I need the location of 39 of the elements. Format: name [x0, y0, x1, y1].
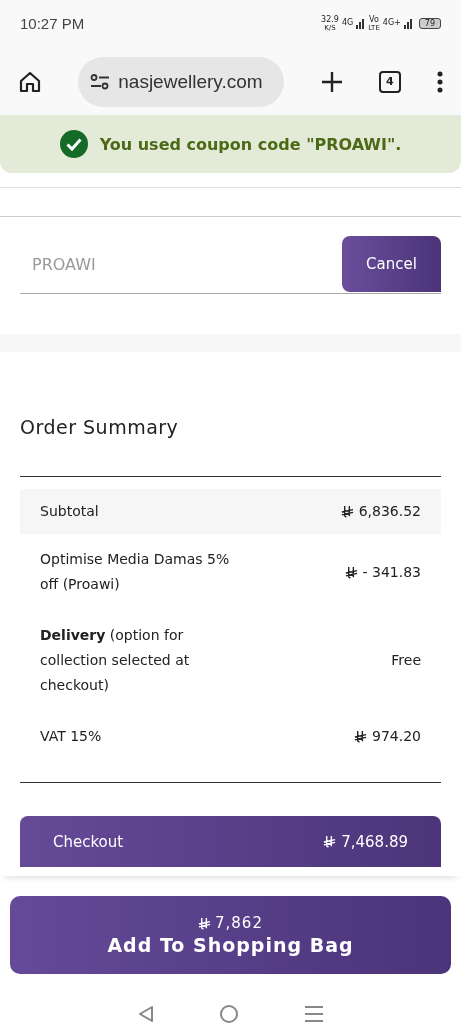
back-icon[interactable]: [137, 1005, 154, 1023]
checkout-button[interactable]: Checkout 7,468.89: [20, 816, 441, 868]
row-value: 6,836.52: [358, 502, 421, 522]
volte-label: Vo: [369, 15, 379, 24]
new-tab-icon[interactable]: [320, 70, 343, 93]
cancel-button[interactable]: Cancel: [342, 236, 441, 293]
check-icon: [59, 130, 88, 159]
address-bar[interactable]: nasjewellery.com: [78, 56, 285, 107]
home-button-icon[interactable]: [219, 1004, 240, 1024]
riyal-icon: [323, 835, 337, 849]
riyal-icon: [354, 730, 367, 744]
row-value: - 341.83: [362, 562, 421, 582]
row-value: Free: [391, 651, 421, 671]
row-label: Optimise Media Damas 5% off (Proawi): [40, 550, 231, 595]
speed-value: 32.9: [321, 15, 339, 24]
network-label: 4G: [341, 17, 354, 27]
signal-icon: [403, 18, 413, 29]
menu-icon[interactable]: [437, 70, 443, 93]
home-icon[interactable]: [18, 69, 42, 94]
riyal-icon: [344, 565, 358, 579]
signal-icon: [356, 18, 366, 29]
riyal-icon: [198, 916, 211, 930]
row-label: VAT 15%: [40, 727, 103, 747]
site-settings-icon[interactable]: [90, 73, 111, 90]
row-value: 974.20: [372, 727, 421, 747]
battery-indicator: 79: [418, 18, 441, 30]
row-label: Delivery (option for collection selected at checkout): [40, 626, 191, 696]
price: 7,862: [215, 914, 263, 932]
network-label: 4G+: [382, 17, 401, 27]
recents-icon[interactable]: [305, 1005, 324, 1023]
section-title: Order Summary: [20, 416, 180, 439]
banner-message: You used coupon code "PROAWI".: [99, 134, 402, 154]
checkout-total: 7,468.89: [341, 832, 408, 851]
riyal-icon: [340, 505, 354, 519]
tab-count-button[interactable]: 4: [378, 70, 401, 93]
clock: 10:27 PM: [20, 15, 85, 33]
add-to-bag-button[interactable]: 7,862 Add To Shopping Bag: [10, 896, 451, 974]
row-label: Subtotal: [40, 502, 100, 522]
button-label: Add To Shopping Bag: [107, 934, 354, 956]
